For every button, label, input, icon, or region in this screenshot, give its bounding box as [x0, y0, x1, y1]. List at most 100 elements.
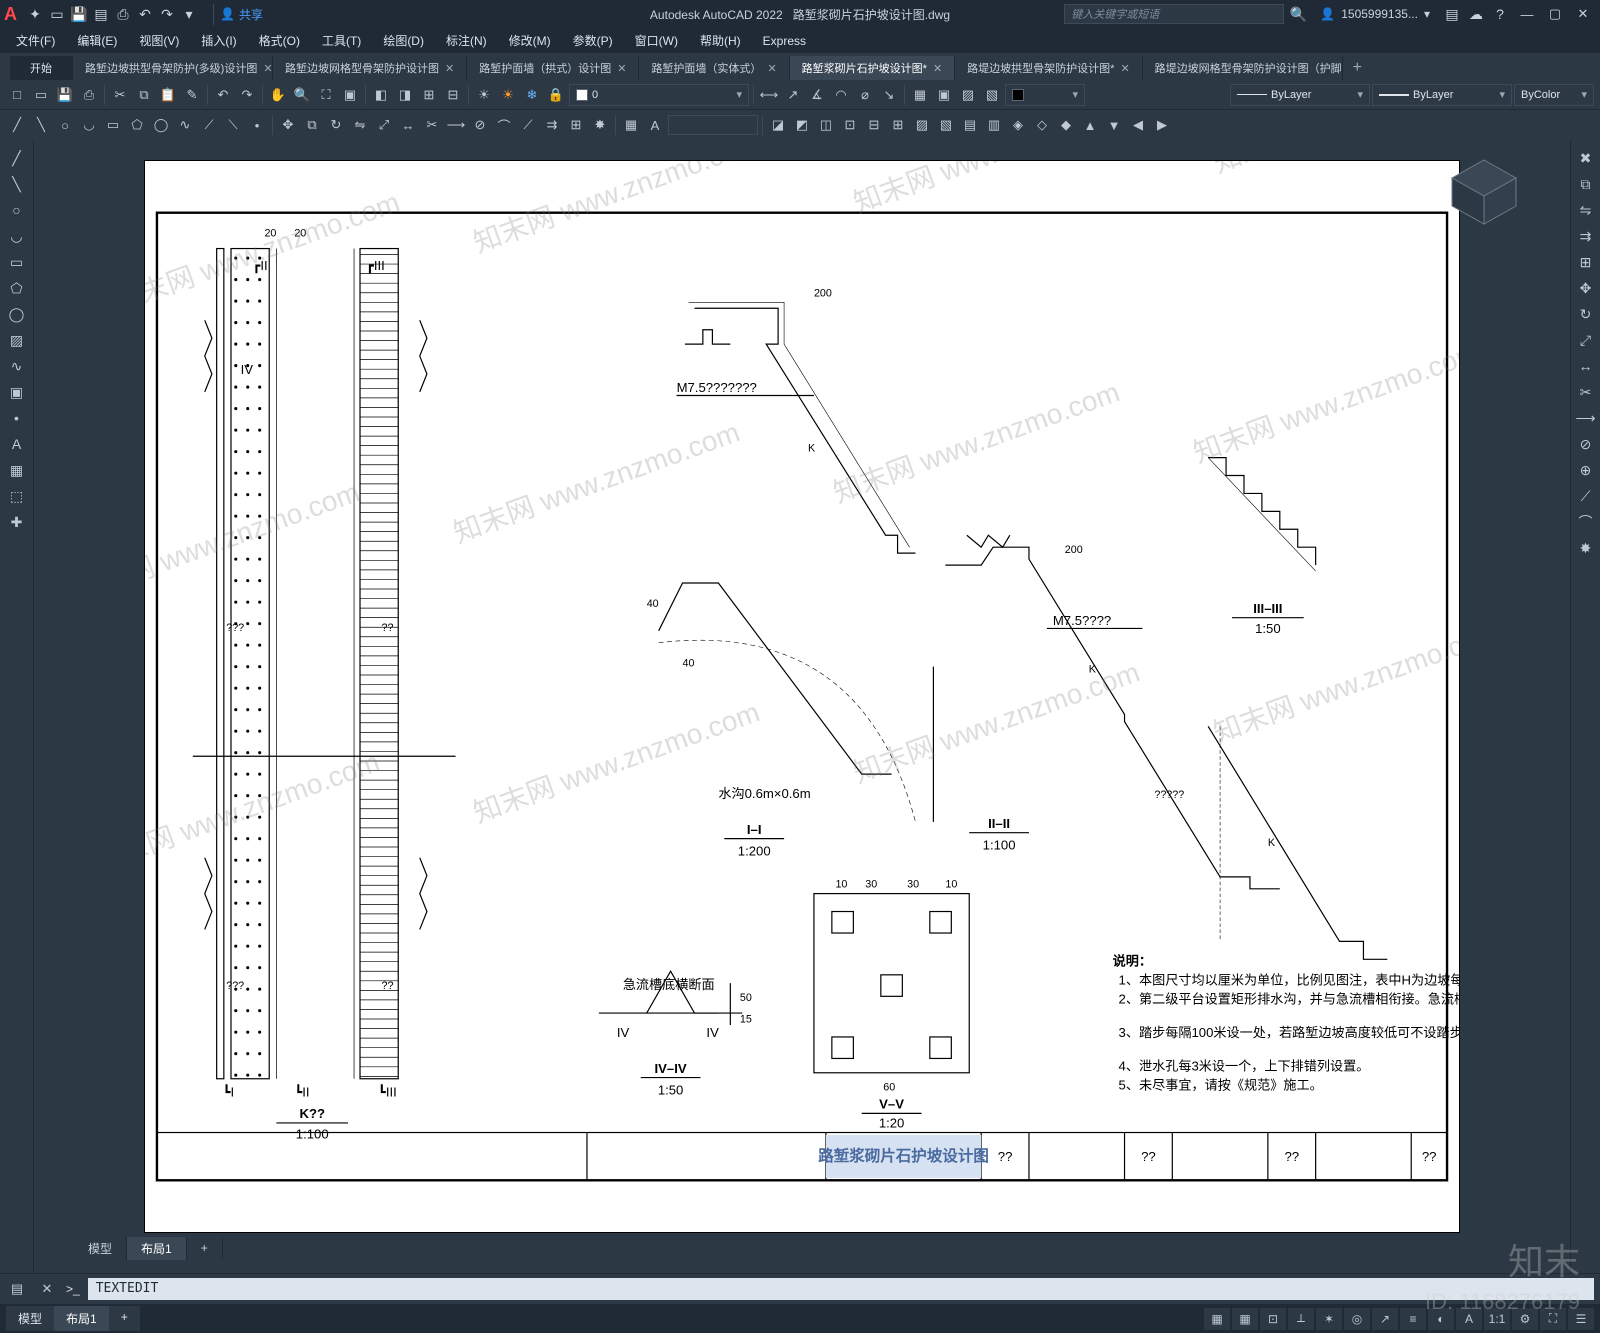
text-style-input[interactable]	[668, 115, 758, 135]
pline-icon[interactable]: ╲	[30, 114, 52, 136]
undo-icon[interactable]: ↶	[135, 4, 155, 24]
layer-off-icon[interactable]: ☀	[497, 84, 519, 106]
mod-d-icon[interactable]: ⊡	[839, 114, 861, 136]
zoom-window-icon[interactable]: ▣	[339, 84, 361, 106]
file-tab[interactable]: 路堑护面墙（实体式）✕	[639, 56, 789, 80]
scale-icon[interactable]: ⤢	[1574, 328, 1598, 352]
otrack-icon[interactable]: ↗	[1372, 1308, 1398, 1330]
dim-radius-icon[interactable]: ◠	[830, 84, 852, 106]
chamfer-icon[interactable]: ⟋	[517, 114, 539, 136]
point-icon[interactable]: •	[246, 114, 268, 136]
arc-icon[interactable]: ◡	[5, 224, 29, 248]
mod-m-icon[interactable]: ◆	[1055, 114, 1077, 136]
tab-add-layout[interactable]: +	[187, 1238, 223, 1258]
paper-model-toggle-icon[interactable]: ▦	[1204, 1308, 1230, 1330]
cloud-icon[interactable]: ☁	[1466, 4, 1486, 24]
copy-icon[interactable]: ⧉	[301, 114, 323, 136]
layer-freeze-icon[interactable]: ❄	[521, 84, 543, 106]
axis-icon[interactable]: ✚	[5, 510, 29, 534]
explode-icon[interactable]: ✸	[1574, 536, 1598, 560]
tab-start[interactable]: 开始	[10, 56, 73, 80]
trim-icon[interactable]: ✂	[1574, 380, 1598, 404]
file-tab[interactable]: 路堑护面墙（拱式）设计图✕	[467, 56, 639, 80]
layer-dropdown[interactable]: 0 ▾	[569, 84, 749, 106]
copy-icon[interactable]: ⧉	[1574, 172, 1598, 196]
drawing-viewport[interactable]: 路堑浆砌片石护坡设计图 ?? ?? ?? ??	[34, 140, 1570, 1273]
tool-b-icon[interactable]: ◨	[394, 84, 416, 106]
mod-q-icon[interactable]: ▶	[1151, 114, 1173, 136]
mod-g-icon[interactable]: ▨	[911, 114, 933, 136]
xline-icon[interactable]: ⟋	[198, 114, 220, 136]
pan-icon[interactable]: ✋	[267, 84, 289, 106]
menu-item[interactable]: 格式(O)	[249, 29, 310, 52]
layer-lock-icon[interactable]: 🔒	[545, 84, 567, 106]
pline-icon[interactable]: ╲	[5, 172, 29, 196]
tool-a-icon[interactable]: ◧	[370, 84, 392, 106]
status-tab-layout1[interactable]: 布局1	[54, 1306, 109, 1331]
line-icon[interactable]: ╱	[5, 146, 29, 170]
rect-icon[interactable]: ▭	[102, 114, 124, 136]
break-icon[interactable]: ⊘	[469, 114, 491, 136]
spline-icon[interactable]: ∿	[5, 354, 29, 378]
zoom-icon[interactable]: 🔍	[291, 84, 313, 106]
tool-c-icon[interactable]: ⊞	[418, 84, 440, 106]
mtext-icon[interactable]: A	[644, 114, 666, 136]
dim-angular-icon[interactable]: ∡	[806, 84, 828, 106]
polar-icon[interactable]: ✶	[1316, 1308, 1342, 1330]
close-icon[interactable]: ✕	[617, 62, 626, 75]
mod-e-icon[interactable]: ⊟	[863, 114, 885, 136]
close-icon[interactable]: ✕	[263, 62, 272, 75]
stretch-icon[interactable]: ↔	[1574, 354, 1598, 378]
signed-in-user[interactable]: 👤 1505999135... ▾	[1312, 7, 1438, 21]
trim-icon[interactable]: ✂	[421, 114, 443, 136]
offset-icon[interactable]: ⇉	[541, 114, 563, 136]
close-button[interactable]: ✕	[1570, 4, 1596, 24]
tab-model-space[interactable]: 模型	[74, 1237, 127, 1260]
menu-item[interactable]: 视图(V)	[129, 29, 189, 52]
fillet-icon[interactable]: ⌒	[493, 114, 515, 136]
move-icon[interactable]: ✥	[277, 114, 299, 136]
help-search-input[interactable]: 键入关键字或短语	[1064, 4, 1284, 24]
block-icon[interactable]: ▦	[909, 84, 931, 106]
new-icon[interactable]: □	[6, 84, 28, 106]
rotate-icon[interactable]: ↻	[325, 114, 347, 136]
dim-aligned-icon[interactable]: ↗	[782, 84, 804, 106]
offset-icon[interactable]: ⇉	[1574, 224, 1598, 248]
block-color-dropdown[interactable]: ▾	[1005, 84, 1085, 106]
add-file-tab[interactable]: +	[1343, 56, 1372, 80]
close-icon[interactable]: ✕	[767, 62, 776, 75]
dropdown-icon[interactable]: ▾	[179, 4, 199, 24]
menu-item[interactable]: 窗口(W)	[625, 29, 688, 52]
break-icon[interactable]: ⊘	[1574, 432, 1598, 456]
match-icon[interactable]: ✎	[181, 84, 203, 106]
dim-diameter-icon[interactable]: ⌀	[854, 84, 876, 106]
menu-item[interactable]: 帮助(H)	[690, 29, 751, 52]
status-tab-add[interactable]: +	[109, 1306, 140, 1331]
array-icon[interactable]: ⊞	[565, 114, 587, 136]
array-icon[interactable]: ⊞	[1574, 250, 1598, 274]
fillet-icon[interactable]: ⌒	[1574, 510, 1598, 534]
print-icon[interactable]: ⎙	[78, 84, 100, 106]
mod-a-icon[interactable]: ◪	[767, 114, 789, 136]
scale-icon[interactable]: ⤢	[373, 114, 395, 136]
mirror-icon[interactable]: ⇋	[1574, 198, 1598, 222]
mod-p-icon[interactable]: ◀	[1127, 114, 1149, 136]
saveas-icon[interactable]: ▤	[91, 4, 111, 24]
share-button[interactable]: 👤 共享	[213, 4, 269, 25]
layer-state-icon[interactable]: ☀	[473, 84, 495, 106]
autodesk-app-icon[interactable]: ▤	[1442, 4, 1462, 24]
ellipse-icon[interactable]: ◯	[150, 114, 172, 136]
erase-icon[interactable]: ✖	[1574, 146, 1598, 170]
extend-icon[interactable]: ⟶	[445, 114, 467, 136]
grid-icon[interactable]: ▦	[1232, 1308, 1258, 1330]
menu-item[interactable]: 修改(M)	[499, 29, 561, 52]
mod-n-icon[interactable]: ▲	[1079, 114, 1101, 136]
undo-icon[interactable]: ↶	[212, 84, 234, 106]
ortho-icon[interactable]: ⟂	[1288, 1308, 1314, 1330]
menu-item[interactable]: Express	[753, 31, 816, 51]
stretch-icon[interactable]: ↔	[397, 114, 419, 136]
mod-o-icon[interactable]: ▼	[1103, 114, 1125, 136]
explode-icon[interactable]: ✸	[589, 114, 611, 136]
linetype-dropdown[interactable]: ByLayer ▾	[1230, 84, 1370, 106]
ellipse-icon[interactable]: ◯	[5, 302, 29, 326]
